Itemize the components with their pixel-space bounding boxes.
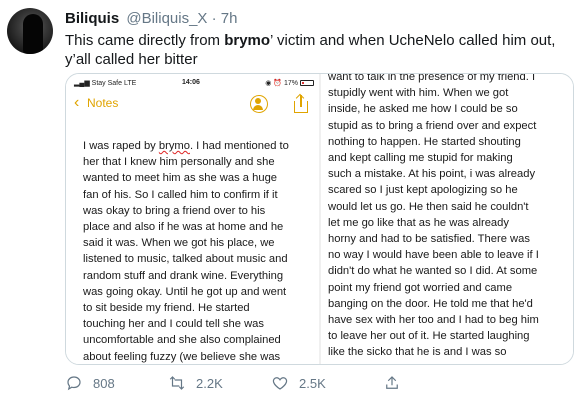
tweet-actions: 808 2.2K 2.5K: [65, 374, 585, 394]
note-line: like the sicko that he is and I was so: [328, 346, 507, 359]
author-handle-time[interactable]: @Biliquis_X · 7h: [126, 10, 237, 27]
retweet-icon: [169, 376, 185, 390]
retweet-count: 2.2K: [196, 375, 223, 391]
back-chevron-icon: ‹: [74, 94, 80, 111]
status-battery-percent: 17%: [283, 80, 298, 87]
note-line: would let us go. He then said he couldn'…: [328, 200, 529, 213]
like-button[interactable]: 2.5K: [271, 374, 326, 392]
note-line: such a mistake. At his point, i was alre…: [328, 168, 536, 181]
note-line: listened to music, talked about music an…: [83, 253, 288, 266]
note-line: point my friend got worried and came: [328, 281, 513, 294]
note-text-left: I was raped by brymo. I had mentioned to…: [83, 138, 289, 364]
share-icon: [294, 93, 308, 113]
note-line: place and also if he was at home and he: [83, 221, 284, 234]
note-line: was going okay. Until he got up and went: [83, 285, 287, 298]
add-person-icon: [250, 95, 268, 113]
phone-status-bar: ▂▄▆ Stay Safe LTE 14:06 ◉ ⏰ 17%: [74, 79, 314, 91]
media-image-right[interactable]: want to talk in the presence of my frien…: [321, 74, 573, 364]
note-line: stupid as to bring a friend over and exp…: [328, 119, 537, 132]
status-carrier: ▂▄▆ Stay Safe LTE: [74, 80, 137, 87]
battery-icon: [300, 80, 314, 87]
note-line: didn't do what he wanted so I did. At so…: [328, 265, 538, 278]
note-line: horny and had to be satisfied. There was: [328, 233, 530, 246]
retweet-button[interactable]: 2.2K: [168, 374, 223, 392]
reply-icon: [67, 376, 81, 391]
note-line: her that I knew him personally and she: [83, 156, 275, 169]
notes-back-label: Notes: [87, 96, 119, 110]
tweet-text-before: This came directly from: [65, 32, 225, 49]
media-image-left[interactable]: ▂▄▆ Stay Safe LTE 14:06 ◉ ⏰ 17% ‹ Notes …: [66, 74, 319, 364]
note-line: inside, he asked me how I could be so: [328, 103, 518, 116]
notes-nav-bar: ‹ Notes: [72, 93, 314, 115]
note-line: banging on the door. He told me that he'…: [328, 297, 533, 310]
note-line: stupidly went with him. When we got: [328, 87, 509, 100]
note-line: have sex with her too and I had to beg h…: [328, 314, 539, 327]
status-time: 14:06: [182, 79, 200, 86]
note-line: touching her and I could tell she was: [83, 318, 264, 331]
note-line: fan of his. So I called him to confirm i…: [83, 188, 278, 201]
note-line: said it was. When we got his place, we: [83, 237, 275, 250]
note-line: scared so I just kept apologizing so he: [328, 184, 518, 197]
tweet-header: Biliquis @Biliquis_X · 7h: [65, 10, 237, 27]
note-line: about feeling fuzzy (we believe she was: [83, 350, 281, 363]
note-line: to leave her out of it. He started laugh…: [328, 330, 530, 343]
like-count: 2.5K: [299, 375, 326, 391]
share-tweet-icon: [386, 376, 398, 389]
author-avatar[interactable]: [7, 8, 53, 54]
note-line: want to talk in the presence of my frien…: [328, 74, 536, 83]
tweet-text-line2: y’all called her bitter: [65, 51, 198, 68]
note-line: was okay to bring a friend over to his: [83, 204, 266, 217]
tweet-text: This came directly from brymo’ victim an…: [65, 31, 575, 69]
note-line: let me go like that as he was already: [328, 216, 509, 229]
note-line: and kept calling me stupid for making: [328, 152, 513, 165]
tweet-text-line1-after: ’ victim and when UcheNelo called him ou…: [270, 32, 556, 49]
author-name[interactable]: Biliquis: [65, 10, 119, 27]
note-text-right: want to talk in the presence of my frien…: [328, 74, 539, 361]
tweet-media[interactable]: ▂▄▆ Stay Safe LTE 14:06 ◉ ⏰ 17% ‹ Notes …: [65, 73, 574, 365]
note-line: uncomfortable and she also complained: [83, 334, 281, 347]
reply-count: 808: [93, 375, 115, 391]
tweet-text-bold: brymo: [224, 32, 271, 49]
reply-button[interactable]: 808: [65, 374, 115, 392]
status-carrier-text: Stay Safe LTE: [91, 80, 137, 87]
note-line: no way I would have been able to leave i…: [328, 249, 539, 262]
note-line: nothing to happen. He started shouting: [328, 135, 521, 148]
note-line: I was raped by brymo. I had mentioned to: [83, 140, 289, 152]
status-right-icons: ◉ ⏰ 17%: [265, 79, 314, 87]
note-line: to sit beside my friend. He started: [83, 302, 250, 315]
note-line: random stuff and drank wine. Everything: [83, 269, 284, 282]
note-line: wanted to meet him as she was a huge: [83, 172, 278, 185]
share-button[interactable]: [383, 374, 411, 392]
heart-icon: [272, 377, 288, 390]
avatar-silhouette: [23, 14, 43, 54]
